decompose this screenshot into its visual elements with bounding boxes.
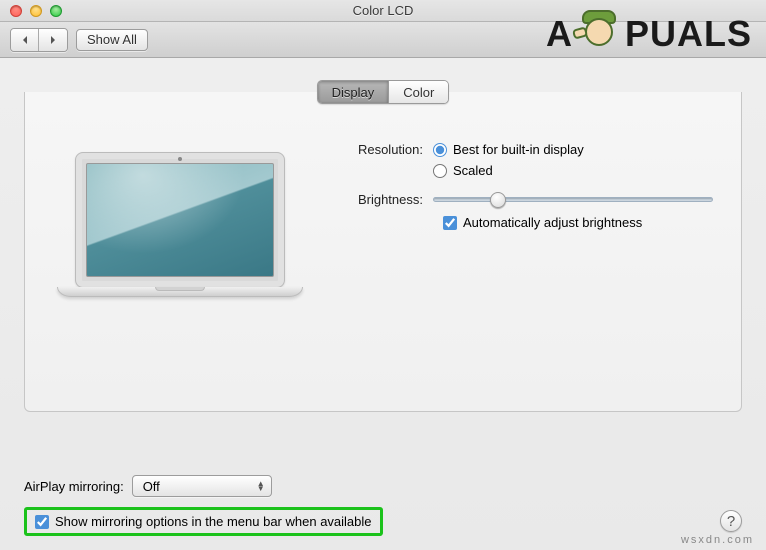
- back-button[interactable]: [11, 29, 39, 51]
- zoom-window-button[interactable]: [50, 5, 62, 17]
- resolution-label: Resolution:: [333, 142, 433, 157]
- window-controls: [0, 5, 62, 17]
- brightness-slider[interactable]: [433, 197, 713, 202]
- watermark-logo: A PUALS: [546, 10, 752, 58]
- minimize-window-button[interactable]: [30, 5, 42, 17]
- brightness-slider-thumb[interactable]: [490, 192, 506, 208]
- tab-control: Display Color: [317, 80, 450, 104]
- nav-back-forward: [10, 28, 68, 52]
- tab-bar: Display Color: [0, 58, 766, 104]
- airplay-popup[interactable]: Off ▲▼: [132, 475, 272, 497]
- settings-panel: Resolution: Best for built-in display Sc…: [24, 92, 742, 412]
- help-button[interactable]: ?: [720, 510, 742, 532]
- resolution-scaled-radio[interactable]: [433, 164, 447, 178]
- content-area: Display Color Resolution:: [0, 58, 766, 550]
- chevron-left-icon: [20, 35, 30, 45]
- show-mirroring-label: Show mirroring options in the menu bar w…: [55, 514, 372, 529]
- close-window-button[interactable]: [10, 5, 22, 17]
- resolution-scaled-option[interactable]: Scaled: [433, 163, 584, 178]
- resolution-radio-group: Best for built-in display Scaled: [433, 142, 584, 178]
- airplay-label: AirPlay mirroring:: [24, 479, 124, 494]
- tab-display[interactable]: Display: [318, 81, 390, 103]
- bottom-area: AirPlay mirroring: Off ▲▼ Show mirroring…: [24, 475, 742, 536]
- auto-brightness-label: Automatically adjust brightness: [463, 215, 642, 230]
- help-icon: ?: [727, 513, 735, 530]
- brightness-label: Brightness:: [333, 192, 433, 207]
- auto-brightness-option[interactable]: Automatically adjust brightness: [443, 215, 713, 230]
- auto-brightness-checkbox[interactable]: [443, 216, 457, 230]
- airplay-value: Off: [143, 479, 160, 494]
- tab-color[interactable]: Color: [389, 81, 448, 103]
- popup-arrows-icon: ▲▼: [257, 481, 265, 491]
- resolution-best-option[interactable]: Best for built-in display: [433, 142, 584, 157]
- resolution-best-radio[interactable]: [433, 143, 447, 157]
- forward-button[interactable]: [39, 29, 67, 51]
- watermark-brand-right: PUALS: [625, 13, 752, 55]
- show-mirroring-checkbox[interactable]: [35, 515, 49, 529]
- watermark-brand-left: A: [546, 13, 573, 55]
- watermark-site: wsxdn.com: [681, 534, 754, 546]
- resolution-best-label: Best for built-in display: [453, 142, 584, 157]
- show-mirroring-option[interactable]: Show mirroring options in the menu bar w…: [24, 507, 383, 536]
- settings-column: Resolution: Best for built-in display Sc…: [333, 134, 713, 318]
- airplay-row: AirPlay mirroring: Off ▲▼: [24, 475, 742, 497]
- mascot-icon: [575, 10, 623, 58]
- display-preview-image: [57, 152, 303, 318]
- chevron-right-icon: [48, 35, 58, 45]
- resolution-scaled-label: Scaled: [453, 163, 493, 178]
- show-all-button[interactable]: Show All: [76, 29, 148, 51]
